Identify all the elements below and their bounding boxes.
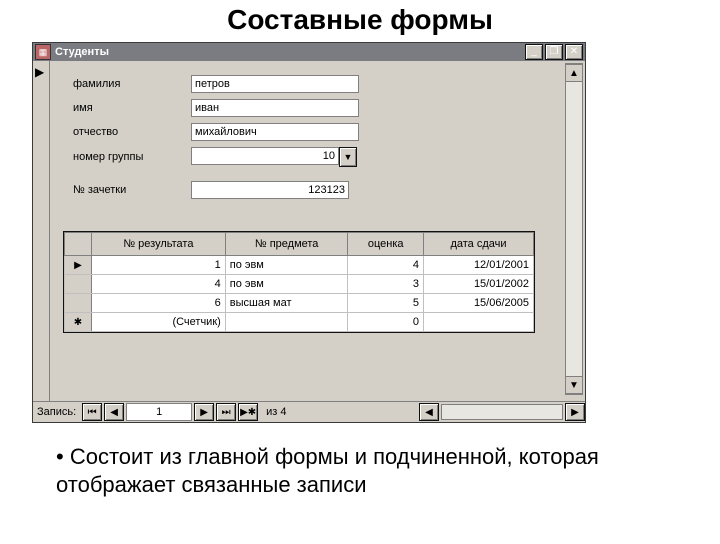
cell-result-num[interactable]: 1 <box>92 256 226 275</box>
nav-new-button[interactable]: ▶✱ <box>238 403 258 421</box>
cell-subject[interactable] <box>225 313 348 332</box>
form-body: ▶ фамилия имя отчество номер группы ▼ № … <box>33 61 585 401</box>
record-navigator: Запись: ⏮ ◀ ▶ ⏭ ▶✱ из 4 ◀ ▶ <box>33 401 585 422</box>
scroll-track-vertical[interactable] <box>566 82 582 376</box>
cell-date[interactable]: 12/01/2001 <box>423 256 533 275</box>
cell-grade[interactable]: 3 <box>348 275 424 294</box>
cell-date[interactable]: 15/01/2002 <box>423 275 533 294</box>
close-button[interactable]: ✕ <box>565 44 583 60</box>
subform-header-subject-num[interactable]: № предмета <box>225 233 348 256</box>
nav-last-button[interactable]: ⏭ <box>216 403 236 421</box>
record-selector-bar[interactable]: ▶ <box>33 61 50 401</box>
slide-title: Составные формы <box>0 4 720 36</box>
nav-first-button[interactable]: ⏮ <box>82 403 102 421</box>
titlebar: ▦ Студенты _ ❐ ✕ <box>33 43 585 61</box>
table-row[interactable]: 4 по эвм 3 15/01/2002 <box>65 275 534 294</box>
cell-subject[interactable]: по эвм <box>225 256 348 275</box>
cell-result-num[interactable]: (Счетчик) <box>92 313 226 332</box>
record-label: Запись: <box>37 406 76 418</box>
subform-header-selector <box>65 233 92 256</box>
row-selector-icon[interactable] <box>65 275 92 294</box>
bookno-input[interactable] <box>191 181 349 199</box>
row-selector-icon[interactable] <box>65 294 92 313</box>
table-row[interactable]: 6 высшая мат 5 15/06/2005 <box>65 294 534 313</box>
vertical-scrollbar[interactable]: ▲ ▼ <box>565 63 583 395</box>
access-form-window: ▦ Студенты _ ❐ ✕ ▶ фамилия имя отчество … <box>32 42 586 423</box>
cell-grade[interactable]: 4 <box>348 256 424 275</box>
table-row[interactable]: ▶ 1 по эвм 4 12/01/2001 <box>65 256 534 275</box>
cell-subject[interactable]: по эвм <box>225 275 348 294</box>
nav-next-button[interactable]: ▶ <box>194 403 214 421</box>
scroll-up-button[interactable]: ▲ <box>566 64 582 82</box>
slide-bullet-text: Состоит из главной формы и подчиненной, … <box>56 443 680 498</box>
hscroll-track[interactable] <box>441 404 563 420</box>
field-label-bookno: № зачетки <box>73 184 183 196</box>
table-row-new[interactable]: ✱ (Счетчик) 0 <box>65 313 534 332</box>
hscroll-left-button[interactable]: ◀ <box>419 403 439 421</box>
name-input[interactable] <box>191 99 359 117</box>
chevron-down-icon: ▼ <box>344 152 353 162</box>
current-record-marker-icon: ▶ <box>35 65 44 79</box>
field-label-group: номер группы <box>73 151 183 163</box>
nav-prev-button[interactable]: ◀ <box>104 403 124 421</box>
cell-date[interactable] <box>423 313 533 332</box>
field-label-surname: фамилия <box>73 78 183 90</box>
subform-header-grade[interactable]: оценка <box>348 233 424 256</box>
subform-header-result-num[interactable]: № результата <box>92 233 226 256</box>
cell-grade[interactable]: 0 <box>348 313 424 332</box>
nav-of-text: из 4 <box>266 406 286 418</box>
row-selector-icon[interactable]: ▶ <box>65 256 92 275</box>
minimize-button[interactable]: _ <box>525 44 543 60</box>
cell-result-num[interactable]: 4 <box>92 275 226 294</box>
cell-grade[interactable]: 5 <box>348 294 424 313</box>
subform-grid: № результата № предмета оценка дата сдач… <box>63 231 535 333</box>
restore-button[interactable]: ❐ <box>545 44 563 60</box>
new-record-star-icon[interactable]: ✱ <box>65 313 92 332</box>
cell-subject[interactable]: высшая мат <box>225 294 348 313</box>
subform-header-date[interactable]: дата сдачи <box>423 233 533 256</box>
window-title: Студенты <box>55 46 525 58</box>
group-combo-input[interactable] <box>191 147 339 165</box>
cell-date[interactable]: 15/06/2005 <box>423 294 533 313</box>
form-icon: ▦ <box>35 44 51 60</box>
group-combo-dropdown-button[interactable]: ▼ <box>339 147 357 167</box>
nav-current-input[interactable] <box>126 403 192 421</box>
hscroll-right-button[interactable]: ▶ <box>565 403 585 421</box>
cell-result-num[interactable]: 6 <box>92 294 226 313</box>
field-label-name: имя <box>73 102 183 114</box>
scroll-down-button[interactable]: ▼ <box>566 376 582 394</box>
surname-input[interactable] <box>191 75 359 93</box>
field-label-patronymic: отчество <box>73 126 183 138</box>
patronymic-input[interactable] <box>191 123 359 141</box>
